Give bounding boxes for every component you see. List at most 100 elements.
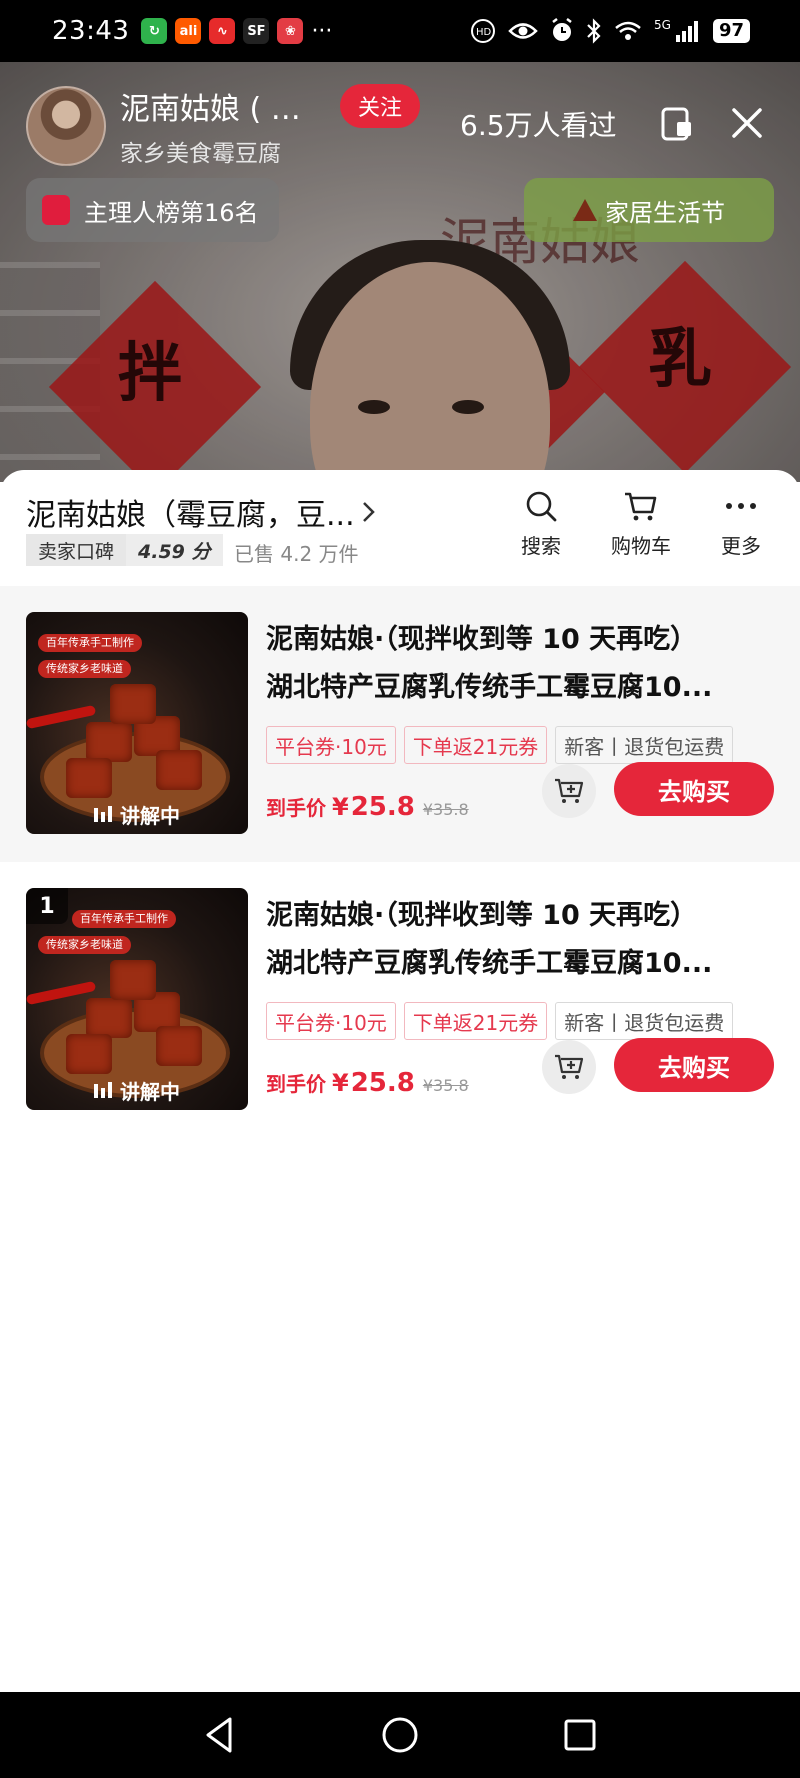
rebate-tag: 下单返21元券 bbox=[403, 726, 548, 764]
product-card[interactable]: 百年传承手工制作 传统家乡老味道 1 讲解中 泥南姑娘·（现拌收到等 10 天再… bbox=[0, 862, 800, 1138]
add-to-cart-icon bbox=[555, 778, 584, 803]
recents-icon[interactable] bbox=[560, 1715, 600, 1755]
bluetooth-icon bbox=[587, 18, 601, 44]
home-icon[interactable] bbox=[380, 1715, 420, 1755]
signal-icon bbox=[675, 21, 698, 42]
explaining-label: 讲解中 bbox=[120, 1079, 180, 1104]
add-to-cart-icon bbox=[555, 1054, 584, 1079]
viewer-count: 6.5万人看过 bbox=[460, 109, 617, 142]
share-icon[interactable] bbox=[660, 106, 696, 142]
cart-button[interactable]: 购物车 bbox=[608, 488, 674, 559]
product-list: 百年传承手工制作 传统家乡老味道 讲解中 泥南姑娘·（现拌收到等 10 天再吃）… bbox=[0, 586, 800, 1138]
explaining-label: 讲解中 bbox=[120, 803, 180, 828]
eye-icon bbox=[508, 23, 538, 39]
cart-icon bbox=[625, 492, 657, 521]
red-app-icon: ❀ bbox=[277, 18, 304, 44]
sold-count: 已售 4.2 万件 bbox=[234, 542, 359, 566]
network-label: 5G bbox=[654, 18, 671, 32]
status-bar: 23:43 ↻ ali ∿ SF ❀ ··· HD 5G 97 bbox=[0, 0, 800, 62]
seller-rating-label: 卖家口碑 bbox=[26, 534, 127, 566]
product-title-line: 湖北特产豆腐乳传统手工霉豆腐10... bbox=[266, 948, 713, 979]
search-button[interactable]: 搜索 bbox=[508, 488, 574, 559]
product-thumbnail[interactable]: 百年传承手工制作 传统家乡老味道 1 讲解中 bbox=[26, 888, 248, 1110]
more-label: 更多 bbox=[721, 534, 761, 558]
chevron-right-icon bbox=[362, 502, 375, 522]
price-currency: ¥ bbox=[332, 793, 349, 821]
product-title[interactable]: 泥南姑娘·（现拌收到等 10 天再吃） 湖北特产豆腐乳传统手工霉豆腐10... bbox=[266, 616, 770, 712]
status-time: 23:43 bbox=[52, 16, 130, 46]
wifi-icon bbox=[615, 21, 641, 40]
host-rank-chip[interactable]: 主理人榜第16名 bbox=[26, 178, 279, 242]
sf-app-icon: SF bbox=[243, 18, 270, 44]
thumbnail-tag: 传统家乡老味道 bbox=[38, 660, 131, 678]
anchor-text: 泥南姑娘 ( … 家乡美食霉豆腐 bbox=[120, 84, 320, 168]
add-to-cart-button[interactable] bbox=[542, 1040, 596, 1094]
coupon-tag: 平台券·10元 bbox=[266, 1002, 396, 1040]
product-panel: 泥南姑娘（霉豆腐，豆... 卖家口碑 4.59 分 已售 4.2 万件 搜索 购… bbox=[0, 470, 800, 1692]
product-title-line: 泥南姑娘·（现拌收到等 10 天再吃） bbox=[266, 900, 698, 931]
search-icon bbox=[526, 491, 557, 522]
status-indicators: HD 5G 97 bbox=[470, 18, 750, 44]
host-rank-label: 主理人榜第16名 bbox=[84, 198, 259, 227]
tofu-cube bbox=[110, 960, 156, 1000]
thumbnail-tag: 百年传承手工制作 bbox=[38, 634, 142, 652]
chart-app-icon: ∿ bbox=[209, 18, 236, 44]
anchor-name[interactable]: 泥南姑娘 ( … bbox=[120, 84, 320, 128]
product-title-line: 湖北特产豆腐乳传统手工霉豆腐10... bbox=[266, 672, 713, 703]
shop-name-link[interactable]: 泥南姑娘（霉豆腐，豆... bbox=[26, 490, 377, 534]
rank-number-badge: 1 bbox=[26, 888, 68, 924]
explaining-badge: 讲解中 bbox=[26, 1070, 248, 1110]
seller-rating: 卖家口碑 4.59 分 bbox=[26, 534, 223, 566]
cart-label: 购物车 bbox=[611, 534, 671, 558]
rebate-tag: 下单返21元券 bbox=[403, 1002, 548, 1040]
price-currency: ¥ bbox=[332, 1069, 349, 1097]
tofu-cube bbox=[66, 1034, 112, 1074]
sync-app-icon: ↻ bbox=[141, 18, 168, 44]
tofu-cube bbox=[86, 722, 132, 762]
thumbnail-tag: 百年传承手工制作 bbox=[72, 910, 176, 928]
shop-name: 泥南姑娘（霉豆腐，豆... bbox=[26, 498, 355, 533]
price-value: 25.8 bbox=[350, 1068, 415, 1098]
sound-bars-icon bbox=[94, 806, 112, 822]
price-label: 到手价 bbox=[266, 1072, 326, 1096]
back-icon[interactable] bbox=[200, 1715, 240, 1755]
anchor-avatar[interactable] bbox=[26, 86, 106, 166]
tofu-cube bbox=[66, 758, 112, 798]
hd-call-icon: HD bbox=[471, 19, 495, 43]
product-title[interactable]: 泥南姑娘·（现拌收到等 10 天再吃） 湖北特产豆腐乳传统手工霉豆腐10... bbox=[266, 892, 770, 988]
buy-button[interactable]: 去购买 bbox=[614, 1038, 774, 1092]
follow-button[interactable]: 关注 bbox=[340, 84, 421, 128]
tofu-cube bbox=[110, 684, 156, 724]
new-customer-tag: 新客丨退货包运费 bbox=[555, 726, 734, 764]
anchor-info[interactable]: 泥南姑娘 ( … 家乡美食霉豆腐 bbox=[26, 84, 320, 168]
more-button[interactable]: 更多 bbox=[708, 488, 774, 559]
live-stream-video[interactable]: 泥南姑娘 拌 乳 腐 泥南姑娘 ( … 家乡美食霉豆腐 关注 6.5万人看过 主… bbox=[0, 62, 800, 482]
tofu-cube bbox=[86, 998, 132, 1038]
close-icon[interactable] bbox=[728, 104, 766, 142]
tofu-cube bbox=[156, 750, 202, 790]
add-to-cart-button[interactable] bbox=[542, 764, 596, 818]
battery-indicator: 97 bbox=[712, 19, 750, 43]
coupon-tag: 平台券·10元 bbox=[266, 726, 396, 764]
anchor-subtitle: 家乡美食霉豆腐 bbox=[120, 141, 281, 167]
festival-chip[interactable]: 家居生活节 bbox=[524, 178, 774, 242]
original-price: ¥35.8 bbox=[422, 1076, 469, 1095]
product-title-line: 泥南姑娘·（现拌收到等 10 天再吃） bbox=[266, 624, 698, 655]
new-customer-tag: 新客丨退货包运费 bbox=[555, 1002, 734, 1040]
promo-tags: 平台券·10元 下单返21元券 新客丨退货包运费 bbox=[266, 1002, 734, 1040]
more-icon bbox=[726, 503, 756, 509]
product-card[interactable]: 百年传承手工制作 传统家乡老味道 讲解中 泥南姑娘·（现拌收到等 10 天再吃）… bbox=[0, 586, 800, 862]
price-label: 到手价 bbox=[266, 796, 326, 820]
sound-bars-icon bbox=[94, 1082, 112, 1098]
original-price: ¥35.8 bbox=[422, 800, 469, 819]
status-more: ··· bbox=[311, 18, 333, 44]
product-thumbnail[interactable]: 百年传承手工制作 传统家乡老味道 讲解中 bbox=[26, 612, 248, 834]
price-block: 到手价 ¥ 25.8 ¥35.8 bbox=[266, 792, 469, 822]
tofu-cube bbox=[156, 1026, 202, 1066]
ali-app-icon: ali bbox=[175, 18, 202, 44]
status-app-icons: ↻ ali ∿ SF ❀ bbox=[141, 18, 304, 44]
alarm-icon bbox=[552, 18, 572, 41]
system-nav-bar bbox=[0, 1692, 800, 1778]
buy-button[interactable]: 去购买 bbox=[614, 762, 774, 816]
thumbnail-tag: 传统家乡老味道 bbox=[38, 936, 131, 954]
